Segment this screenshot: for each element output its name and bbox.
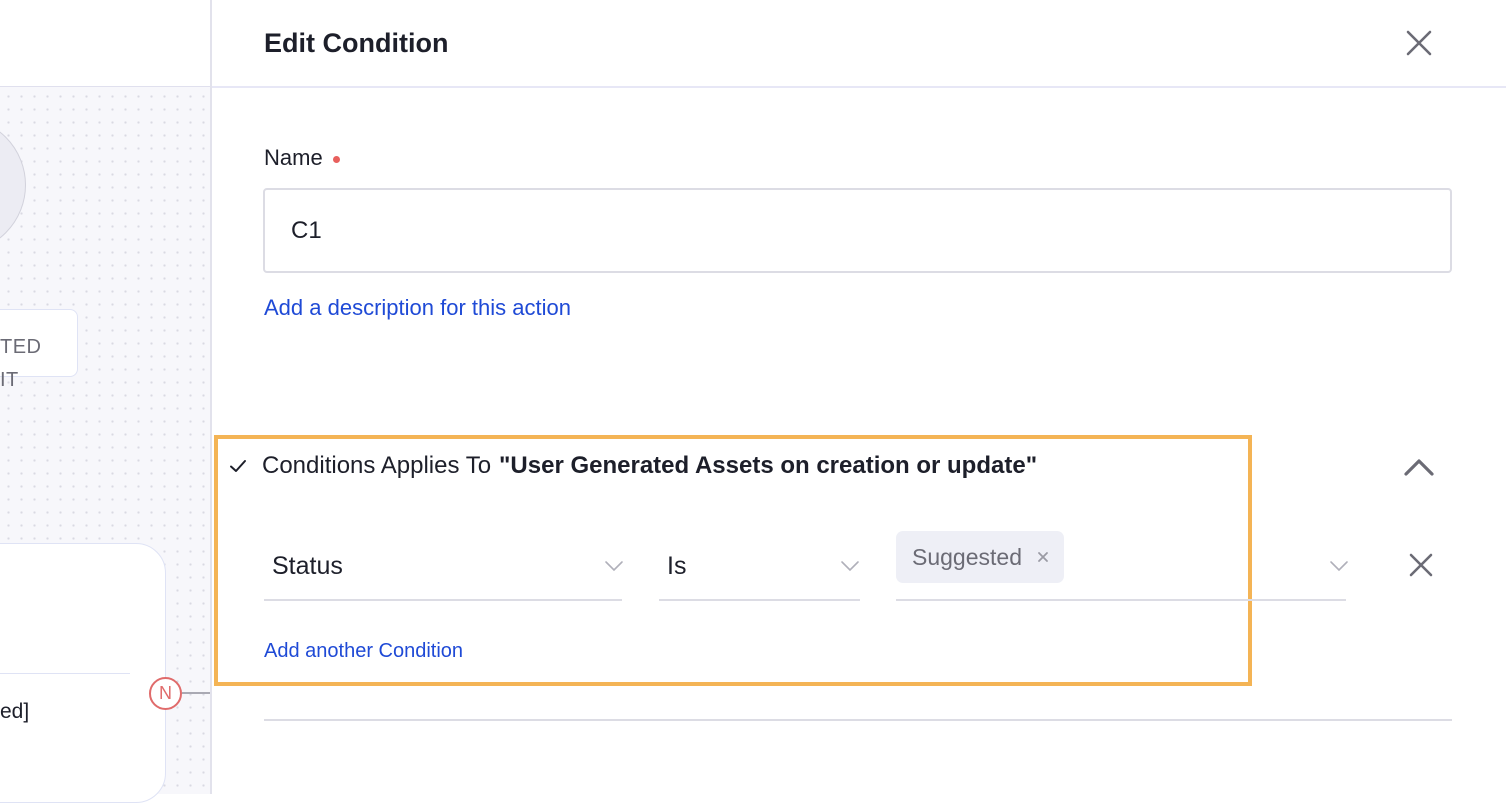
node-card-divider <box>0 673 130 674</box>
close-icon <box>1409 553 1433 577</box>
remove-chip-icon[interactable] <box>1036 550 1050 564</box>
check-icon <box>230 460 246 472</box>
chevron-down-icon <box>841 561 859 572</box>
name-input[interactable] <box>263 188 1452 273</box>
panel-title: Edit Condition <box>264 28 449 58</box>
edit-condition-panel: Edit Condition Name Add a description fo… <box>212 0 1506 794</box>
required-indicator <box>332 155 340 163</box>
condition-field-value: Status <box>272 552 343 580</box>
condition-operator-select[interactable]: Is <box>659 528 860 601</box>
add-another-condition-link[interactable]: Add another Condition <box>264 640 463 663</box>
node-card-text: ed] <box>0 700 30 723</box>
chevron-down-icon <box>605 561 623 572</box>
chevron-down-icon <box>1330 561 1348 572</box>
canvas-toolbar-area <box>0 0 210 87</box>
condition-operator-value: Is <box>667 552 687 580</box>
node-label-line-1: TED <box>0 336 42 358</box>
chevron-up-icon <box>1404 459 1434 476</box>
conditions-header-target: "User Generated Assets on creation or up… <box>499 452 1038 479</box>
node-label-line-2: IT <box>0 369 19 391</box>
section-divider <box>264 719 1452 721</box>
close-button[interactable] <box>1402 26 1436 60</box>
name-label: Name <box>264 145 340 171</box>
no-branch-badge[interactable]: N <box>149 677 182 710</box>
value-chip-label: Suggested <box>912 543 1022 570</box>
workflow-canvas[interactable]: TED IT ed] N <box>0 0 210 803</box>
branch-connector <box>182 692 210 694</box>
condition-value-select[interactable]: Suggested <box>896 528 1348 601</box>
condition-field-select[interactable]: Status <box>264 528 623 601</box>
add-description-link[interactable]: Add a description for this action <box>264 295 571 321</box>
panel-header: Edit Condition <box>212 0 1506 88</box>
conditions-section-header[interactable]: Conditions Applies To "User Generated As… <box>228 452 1037 480</box>
value-chip: Suggested <box>896 531 1064 583</box>
name-label-text: Name <box>264 145 323 170</box>
collapse-conditions-button[interactable] <box>1402 452 1436 482</box>
node-label-text: TED IT <box>0 331 42 397</box>
close-icon <box>1406 30 1432 56</box>
remove-condition-button[interactable] <box>1407 551 1435 579</box>
conditions-header-prefix: Conditions Applies To <box>262 452 492 479</box>
